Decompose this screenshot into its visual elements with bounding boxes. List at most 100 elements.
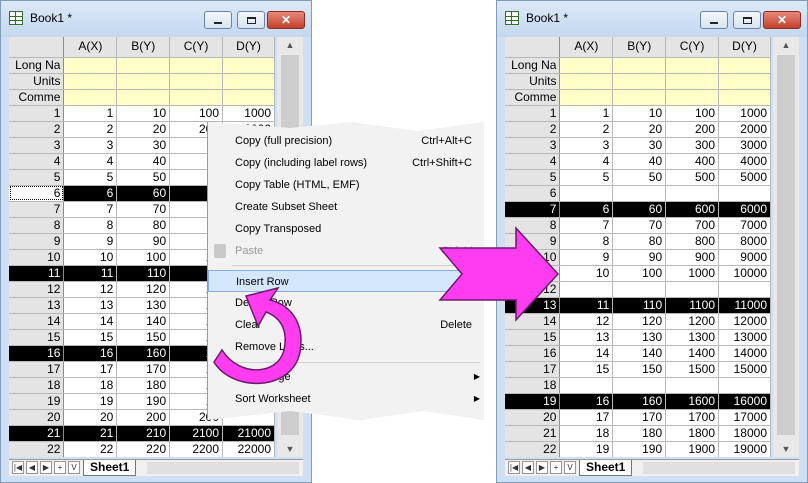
table-cell[interactable]: 11000: [718, 297, 771, 314]
cell[interactable]: [222, 73, 275, 90]
table-cell[interactable]: 80: [612, 233, 667, 250]
table-cell[interactable]: 90: [116, 233, 171, 250]
table-cell[interactable]: 2: [63, 121, 118, 138]
table-cell[interactable]: 5: [63, 169, 118, 186]
table-cell[interactable]: [559, 377, 614, 394]
table-cell[interactable]: 9: [559, 249, 614, 266]
row-header[interactable]: 13: [9, 297, 65, 314]
table-cell[interactable]: 21: [63, 425, 118, 442]
table-row[interactable]: 16 14 140 1400 14000: [505, 345, 771, 362]
row-header[interactable]: 9: [9, 233, 65, 250]
table-cell[interactable]: 900: [665, 249, 720, 266]
table-row[interactable]: 1 1 10 100 1000: [9, 105, 275, 122]
column-header-c[interactable]: C(Y): [169, 37, 224, 58]
row-header[interactable]: 19: [505, 393, 561, 410]
row-header[interactable]: 14: [505, 313, 561, 330]
menu-item-create-subset-sheet[interactable]: Create Subset Sheet: [208, 196, 484, 218]
corner-cell[interactable]: [505, 37, 561, 58]
column-header-a[interactable]: A(X): [559, 37, 614, 58]
sheet-tab[interactable]: Sheet1: [579, 460, 633, 476]
table-cell[interactable]: 13: [559, 329, 614, 346]
table-cell[interactable]: 110: [116, 265, 171, 282]
row-header[interactable]: 4: [9, 153, 65, 170]
table-cell[interactable]: 12: [63, 281, 118, 298]
table-cell[interactable]: 150: [612, 361, 667, 378]
table-cell[interactable]: 150: [116, 329, 171, 346]
table-cell[interactable]: 13: [63, 297, 118, 314]
table-cell[interactable]: 400: [665, 153, 720, 170]
table-cell[interactable]: 1300: [665, 329, 720, 346]
table-cell[interactable]: 17: [63, 361, 118, 378]
menu-item-delete-row[interactable]: Delete Row: [208, 292, 484, 314]
table-row[interactable]: 1 1 10 100 1000: [505, 105, 771, 122]
table-cell[interactable]: 160: [116, 345, 171, 362]
table-cell[interactable]: 4: [559, 153, 614, 170]
sheet-list-icon[interactable]: V: [564, 461, 576, 474]
table-cell[interactable]: 4: [63, 153, 118, 170]
table-cell[interactable]: 1000: [222, 105, 275, 122]
row-header[interactable]: 2: [505, 121, 561, 138]
table-cell[interactable]: 15000: [718, 361, 771, 378]
table-cell[interactable]: 16: [63, 345, 118, 362]
table-cell[interactable]: 15: [559, 361, 614, 378]
table-cell[interactable]: 7: [63, 201, 118, 218]
cell[interactable]: [116, 73, 171, 90]
table-cell[interactable]: 300: [665, 137, 720, 154]
first-sheet-icon[interactable]: |◀: [508, 461, 520, 474]
table-cell[interactable]: 190: [612, 441, 667, 457]
label-row-units[interactable]: Units: [9, 73, 65, 90]
table-cell[interactable]: 6: [559, 201, 614, 218]
table-cell[interactable]: 8000: [718, 233, 771, 250]
table-cell[interactable]: 100: [612, 265, 667, 282]
table-cell[interactable]: [612, 185, 667, 202]
table-cell[interactable]: 100: [665, 105, 720, 122]
vertical-scrollbar[interactable]: ▲ ▼: [773, 37, 799, 457]
cell[interactable]: [169, 89, 224, 106]
row-header[interactable]: 17: [9, 361, 65, 378]
cell[interactable]: [116, 89, 171, 106]
table-cell[interactable]: 20: [116, 121, 171, 138]
table-row[interactable]: 10 9 90 900 9000: [505, 249, 771, 266]
table-cell[interactable]: 15: [63, 329, 118, 346]
table-cell[interactable]: 21000: [222, 425, 275, 442]
cell[interactable]: [665, 73, 720, 90]
table-cell[interactable]: 1500: [665, 361, 720, 378]
table-cell[interactable]: 17: [559, 409, 614, 426]
column-header-d[interactable]: D(Y): [718, 37, 771, 58]
table-cell[interactable]: 12: [559, 313, 614, 330]
row-header[interactable]: 14: [9, 313, 65, 330]
row-header[interactable]: 1: [505, 105, 561, 122]
table-cell[interactable]: [559, 281, 614, 298]
table-row[interactable]: 6: [505, 185, 771, 202]
table-cell[interactable]: 20: [63, 409, 118, 426]
table-cell[interactable]: 1000: [665, 265, 720, 282]
maximize-button[interactable]: [733, 11, 761, 29]
row-header[interactable]: 15: [9, 329, 65, 346]
row-header[interactable]: 10: [505, 249, 561, 266]
table-cell[interactable]: 2: [559, 121, 614, 138]
cell[interactable]: [612, 57, 667, 74]
table-cell[interactable]: 180: [116, 377, 171, 394]
table-row[interactable]: 12: [505, 281, 771, 298]
cell[interactable]: [665, 89, 720, 106]
row-header[interactable]: 3: [505, 137, 561, 154]
menu-item-paste[interactable]: Paste Ctrl+V: [208, 240, 484, 262]
row-header[interactable]: 8: [9, 217, 65, 234]
horizontal-scrollbar[interactable]: [643, 462, 795, 474]
title-bar[interactable]: Book1 * ✕: [497, 1, 807, 37]
table-row[interactable]: 22 19 190 1900 19000: [505, 441, 771, 457]
cell[interactable]: [169, 73, 224, 90]
cell[interactable]: [63, 73, 118, 90]
column-header-b[interactable]: B(Y): [116, 37, 171, 58]
table-cell[interactable]: 5: [559, 169, 614, 186]
menu-item-copy-transposed[interactable]: Copy Transposed: [208, 218, 484, 240]
table-cell[interactable]: 140: [612, 345, 667, 362]
table-cell[interactable]: 14: [559, 345, 614, 362]
cell[interactable]: [718, 73, 771, 90]
table-row[interactable]: 4 4 40 400 4000: [505, 153, 771, 170]
row-header[interactable]: 22: [505, 441, 561, 457]
table-cell[interactable]: 17000: [718, 409, 771, 426]
row-header[interactable]: 11: [505, 265, 561, 282]
table-cell[interactable]: 60: [612, 201, 667, 218]
table-cell[interactable]: 50: [116, 169, 171, 186]
